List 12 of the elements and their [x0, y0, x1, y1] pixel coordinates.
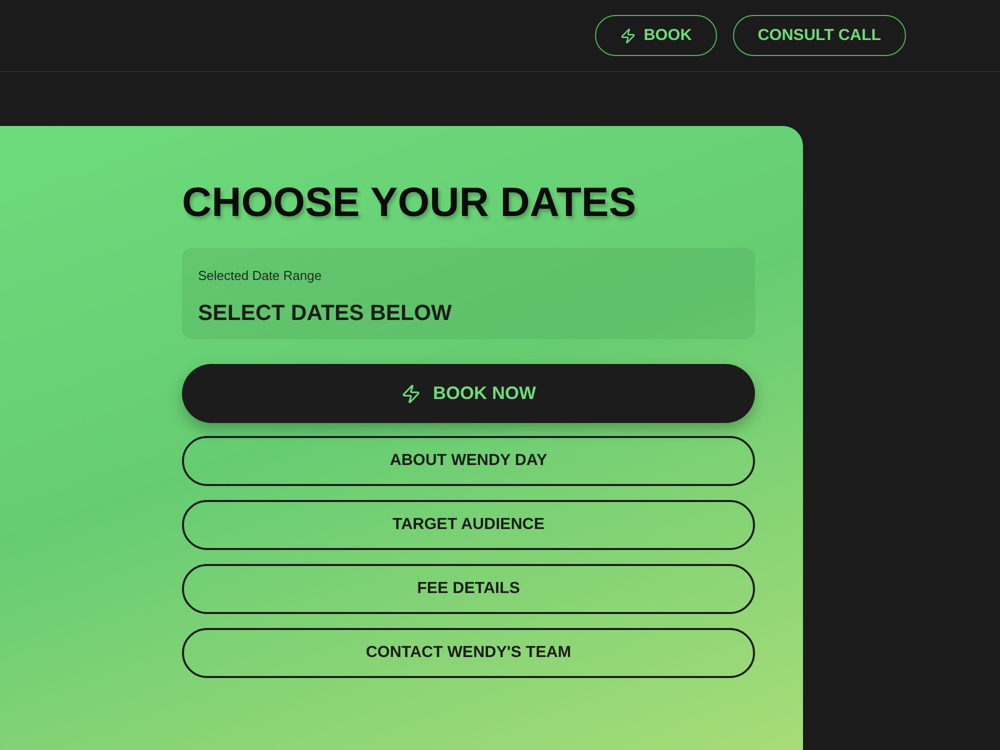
- date-range-value: SELECT DATES BELOW: [198, 298, 452, 326]
- book-now-button[interactable]: BOOK NOW: [182, 364, 755, 423]
- menu-button[interactable]: CONTACT WENDY'S TEAM: [182, 628, 755, 678]
- menu-button[interactable]: TARGET AUDIENCE: [182, 500, 755, 550]
- lightning-bolt-icon: [401, 384, 421, 404]
- consult-call-button[interactable]: CONSULT CALL: [732, 15, 906, 56]
- lightning-bolt-icon: [620, 28, 636, 44]
- menu-button[interactable]: FEE DETAILS: [182, 564, 755, 614]
- page-title: CHOOSE YOUR DATES: [182, 178, 636, 227]
- book-button[interactable]: BOOK: [594, 15, 717, 56]
- menu-button[interactable]: ABOUT WENDY DAY: [182, 436, 755, 486]
- date-range-label: Selected Date Range: [198, 267, 322, 285]
